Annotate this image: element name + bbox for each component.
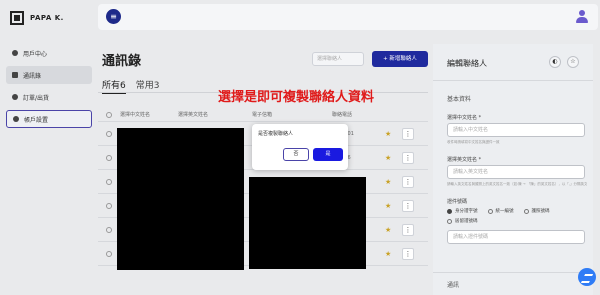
section-contact: 通訊 [447, 282, 460, 289]
menu-icon[interactable]: ≡ [106, 9, 121, 24]
id-type-radio-group-2: 居留證號碼 [447, 218, 478, 224]
radio-residence[interactable]: 居留證號碼 [447, 218, 478, 224]
radio-dot-icon [523, 208, 529, 214]
column-header: 選擇中文姓名 [120, 112, 151, 118]
copy-icon[interactable]: ◐ [549, 56, 561, 68]
no-button[interactable]: 否 [283, 148, 309, 161]
redacted-block [249, 177, 366, 269]
panel-divider [433, 272, 593, 273]
sidebar-item-label: 用戶中心 [23, 50, 48, 58]
star-outline-icon[interactable]: ☆ [567, 56, 579, 68]
messenger-chat-icon[interactable] [578, 268, 596, 286]
brand-name: PAPA K. [30, 14, 64, 22]
brand-logo[interactable]: PAPA K. [10, 10, 64, 26]
row-checkbox[interactable] [106, 202, 112, 209]
name-cn-hint: 收件時請填寫中文姓名與證件一致 [447, 140, 500, 144]
radio-dot-icon [447, 208, 452, 214]
sidebar-item-orders[interactable]: 訂單/出貨 [6, 88, 92, 106]
star-icon[interactable]: ★ [385, 178, 391, 186]
id-label: 證件號碼 [447, 199, 468, 205]
sidebar-item-label: 帳戶設置 [24, 116, 49, 124]
page-title: 通訊錄 [102, 54, 142, 69]
radio-dot-icon [447, 218, 452, 224]
select-all-checkbox[interactable] [106, 111, 112, 118]
star-icon[interactable]: ★ [385, 226, 391, 234]
more-options-icon[interactable]: ⋮ [402, 127, 414, 140]
name-cn-label: 選擇中文姓名 * [447, 115, 482, 121]
cube-logo-icon [10, 11, 24, 25]
star-icon[interactable]: ★ [385, 130, 391, 138]
radio-passport[interactable]: 護照號碼 [523, 208, 550, 214]
radio-label: 統一編號 [495, 209, 514, 214]
yes-button[interactable]: 是 [313, 148, 343, 161]
dialog-message: 是否複製聯絡人 [258, 131, 294, 137]
section-basic: 基本資料 [447, 96, 472, 103]
contact-filter-select[interactable]: 選擇聯絡人 [312, 52, 364, 66]
radio-tax-id[interactable]: 統一編號 [487, 208, 514, 214]
more-options-icon[interactable]: ⋮ [402, 199, 414, 212]
sidebar-item-label: 訂單/出貨 [23, 94, 50, 102]
radio-dot-icon [487, 208, 493, 214]
name-en-input[interactable]: 請輸入英文姓名 [447, 165, 585, 179]
radio-label: 身分證字號 [455, 209, 478, 214]
sidebar-item-address-book[interactable]: 通訊錄 [6, 66, 92, 84]
id-number-input[interactable]: 請輸入證件號碼 [447, 230, 585, 244]
user-icon [12, 50, 18, 56]
sidebar: 用戶中心 通訊錄 訂單/出貨 帳戶設置 [6, 44, 92, 132]
column-header: 聯絡電話 [332, 112, 353, 118]
radio-id-card[interactable]: 身分證字號 [447, 208, 478, 214]
radio-label: 護照號碼 [531, 209, 550, 214]
edit-contact-panel: 編輯聯絡人 ◐ ☆ 基本資料 選擇中文姓名 * 請輸入中文姓名 收件時請填寫中文… [433, 44, 593, 295]
name-cn-input[interactable]: 請輸入中文姓名 [447, 123, 585, 137]
column-header: 選擇英文姓名 [178, 112, 209, 118]
settings-icon [13, 116, 19, 122]
sidebar-item-user-center[interactable]: 用戶中心 [6, 44, 92, 62]
sidebar-item-label: 通訊錄 [23, 72, 42, 80]
panel-divider [433, 80, 593, 81]
add-contact-label: 新增聯絡人 [389, 56, 417, 62]
row-checkbox[interactable] [106, 250, 112, 257]
radio-label: 居留證號碼 [455, 219, 478, 224]
sidebar-item-account-settings[interactable]: 帳戶設置 [6, 110, 92, 128]
more-options-icon[interactable]: ⋮ [402, 175, 414, 188]
row-checkbox[interactable] [106, 226, 112, 233]
name-en-hint: 請輸入英文姓名與護照上的英文姓名一致（如:陳 → 「陳」的英文姓名），以「,」分… [447, 182, 587, 186]
star-icon[interactable]: ★ [385, 154, 391, 162]
id-type-radio-group: 身分證字號 統一編號 護照號碼 [447, 208, 550, 214]
address-book-icon [12, 72, 18, 78]
column-header: 電子信箱 [252, 112, 273, 118]
copy-contact-dialog: 是否複製聯絡人 否 是 [252, 124, 348, 170]
redacted-block [117, 128, 244, 270]
promo-annotation: 選擇是即可複製聯絡人資料 [218, 90, 375, 105]
panel-title: 編輯聯絡人 [447, 59, 487, 68]
add-contact-button[interactable]: + 新增聯絡人 [372, 51, 428, 67]
more-options-icon[interactable]: ⋮ [402, 151, 414, 164]
row-checkbox[interactable] [106, 178, 112, 185]
more-options-icon[interactable]: ⋮ [402, 223, 414, 236]
more-options-icon[interactable]: ⋮ [402, 247, 414, 260]
row-checkbox[interactable] [106, 154, 112, 161]
row-checkbox[interactable] [106, 130, 112, 137]
user-icon[interactable] [576, 10, 588, 24]
name-en-label: 選擇英文姓名 * [447, 157, 482, 163]
table-header: 選擇中文姓名 選擇英文姓名 電子信箱 聯絡電話 [98, 108, 428, 122]
star-icon[interactable]: ★ [385, 250, 391, 258]
order-icon [12, 94, 18, 100]
top-bar: ≡ [98, 4, 598, 30]
star-icon[interactable]: ★ [385, 202, 391, 210]
